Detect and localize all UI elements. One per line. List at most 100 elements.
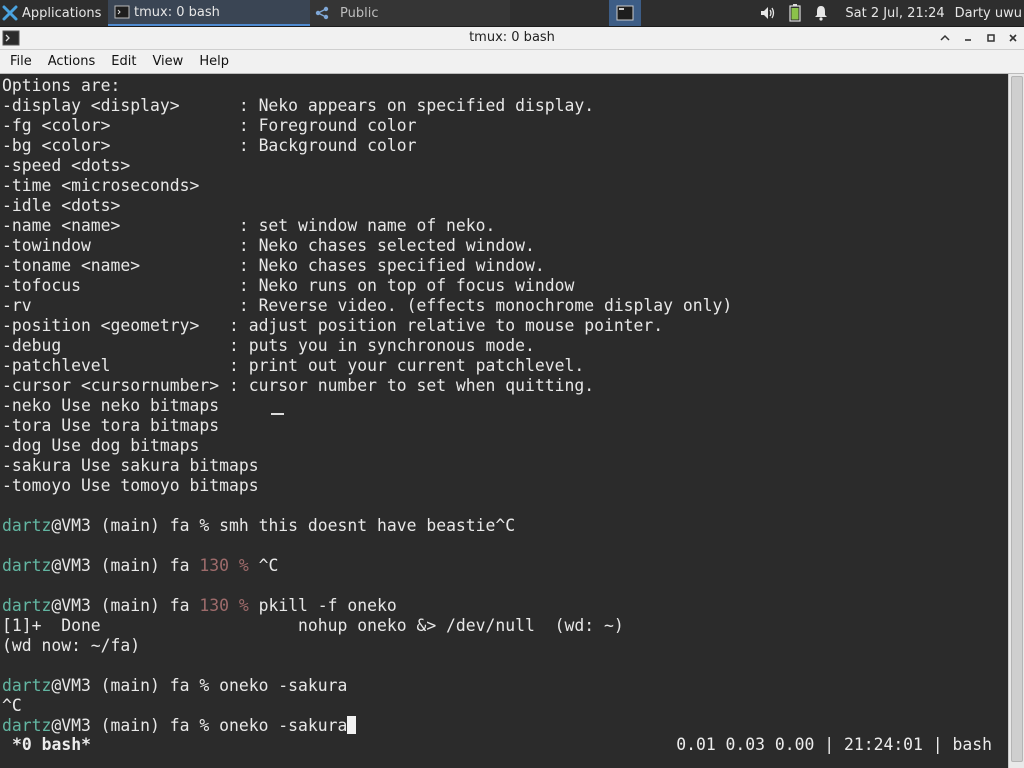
close-icon[interactable] — [1002, 27, 1024, 49]
terminal-line: dartz@VM3 (main) fa 130 % pkill -f oneko — [2, 596, 732, 616]
window-titlebar[interactable]: tmux: 0 bash — [0, 27, 1024, 50]
terminal-line: -speed <dots> — [2, 156, 732, 176]
terminal-line: [1]+ Done nohup oneko &> /dev/null (wd: … — [2, 616, 732, 636]
terminal-line: -position <geometry> : adjust position r… — [2, 316, 732, 336]
terminal-line: ^C — [2, 696, 732, 716]
terminal-text: -name <name> : set window name of neko. — [2, 216, 496, 235]
terminal-text: -sakura Use sakura bitmaps — [2, 456, 259, 475]
share-icon — [314, 5, 330, 21]
menu-edit[interactable]: Edit — [103, 54, 144, 69]
terminal-text: -tofocus : Neko runs on top of focus win… — [2, 276, 575, 295]
terminal-text: -tomoyo Use tomoyo bitmaps — [2, 476, 259, 495]
terminal-line: -toname <name> : Neko chases specified w… — [2, 256, 732, 276]
terminal-line: -rv : Reverse video. (effects monochrome… — [2, 296, 732, 316]
terminal-text: -cursor <cursornumber> : cursor number t… — [2, 376, 595, 395]
terminal-text: @VM3 (main) fa % oneko -sakura — [51, 676, 348, 695]
terminal-line: -name <name> : set window name of neko. — [2, 216, 732, 236]
workspace-switcher[interactable] — [609, 0, 641, 26]
terminal-line: dartz@VM3 (main) fa 130 % ^C — [2, 556, 732, 576]
top-panel: Applications tmux: 0 bash Public Sat 2 J… — [0, 0, 1024, 27]
terminal-line: -display <display> : Neko appears on spe… — [2, 96, 732, 116]
terminal-line: dartz@VM3 (main) fa % oneko -sakura — [2, 676, 732, 696]
tmux-status-right: 0.01 0.03 0.00 | 21:24:01 | bash — [676, 735, 992, 754]
minimize-icon[interactable] — [957, 27, 979, 49]
taskbar-item-label: Public — [340, 5, 379, 21]
terminal-line: -bg <color> : Background color — [2, 136, 732, 156]
terminal-line: -neko Use neko bitmaps — [2, 396, 732, 416]
terminal-text: pkill -f oneko — [248, 596, 397, 615]
terminal-line: -fg <color> : Foreground color — [2, 116, 732, 136]
terminal-text: -toname <name> : Neko chases specified w… — [2, 256, 545, 275]
terminal-line: -tora Use tora bitmaps — [2, 416, 732, 436]
exit-code: 130 % — [199, 556, 249, 575]
xfce-logo-icon — [2, 5, 18, 21]
terminal-icon — [114, 4, 130, 20]
exit-code: 130 % — [199, 596, 249, 615]
terminal-text: (wd now: ~/fa) — [2, 636, 141, 655]
panel-clock[interactable]: Sat 2 Jul, 21:24 — [845, 6, 944, 21]
terminal-lines: Options are: -display <display> : Neko ap… — [2, 76, 732, 736]
menu-help[interactable]: Help — [191, 54, 237, 69]
terminal-text: -time <microseconds> — [2, 176, 200, 195]
terminal-line: -time <microseconds> — [2, 176, 732, 196]
terminal-text: -display <display> : Neko appears on spe… — [2, 96, 595, 115]
menu-actions[interactable]: Actions — [40, 54, 104, 69]
volume-icon[interactable] — [759, 5, 777, 21]
taskbar-item-public[interactable]: Public — [310, 0, 510, 26]
system-tray: Sat 2 Jul, 21:24 Darty uwu — [753, 0, 1024, 26]
terminal-text: @VM3 (main) fa % smh this doesnt have be… — [51, 516, 516, 535]
terminal-line: -cursor <cursornumber> : cursor number t… — [2, 376, 732, 396]
window-title: tmux: 0 bash — [469, 30, 555, 45]
terminal-output[interactable]: Options are: -display <display> : Neko ap… — [0, 74, 1008, 768]
taskbar-item-tmux[interactable]: tmux: 0 bash — [108, 0, 310, 26]
prompt-user: dartz — [2, 596, 52, 615]
terminal-line: -towindow : Neko chases selected window. — [2, 236, 732, 256]
terminal-text: -tora Use tora bitmaps — [2, 416, 220, 435]
terminal-line: -idle <dots> — [2, 196, 732, 216]
prompt-user: dartz — [2, 676, 52, 695]
terminal-text: -position <geometry> : adjust position r… — [2, 316, 664, 335]
battery-icon[interactable] — [789, 4, 801, 22]
terminal-line: -tomoyo Use tomoyo bitmaps — [2, 476, 732, 496]
notification-bell-icon[interactable] — [813, 5, 829, 21]
maximize-icon[interactable] — [980, 27, 1002, 49]
terminal-line: -patchlevel : print out your current pat… — [2, 356, 732, 376]
terminal-line: -tofocus : Neko runs on top of focus win… — [2, 276, 732, 296]
menu-view[interactable]: View — [144, 54, 191, 69]
workspace-icon — [616, 4, 634, 22]
terminal-text: -rv : Reverse video. (effects monochrome… — [2, 296, 733, 315]
menu-file[interactable]: File — [0, 54, 40, 69]
terminal-text: -dog Use dog bitmaps — [2, 436, 200, 455]
terminal-text: @VM3 (main) fa % oneko -sakura — [51, 716, 348, 735]
terminal-scrollbar[interactable] — [1008, 74, 1024, 768]
terminal-text: -towindow : Neko chases selected window. — [2, 236, 535, 255]
terminal-line: -dog Use dog bitmaps — [2, 436, 732, 456]
prompt-user: dartz — [2, 556, 52, 575]
applications-label: Applications — [22, 5, 102, 21]
terminal-text: -idle <dots> — [2, 196, 121, 215]
terminal-text: -bg <color> : Background color — [2, 136, 417, 155]
terminal-line: -debug : puts you in synchronous mode. — [2, 336, 732, 356]
terminal-line: dartz@VM3 (main) fa % oneko -sakura — [2, 716, 732, 736]
terminal-text: ^C — [248, 556, 279, 575]
mouse-cursor-icon — [271, 413, 284, 415]
tmux-status-bar: *0 bash* 0.01 0.03 0.00 | 21:24:01 | bas… — [0, 734, 1008, 756]
terminal-line: (wd now: ~/fa) — [2, 636, 732, 656]
chevron-up-icon[interactable] — [934, 27, 956, 49]
text-cursor — [347, 716, 357, 734]
terminal-text: @VM3 (main) fa — [51, 556, 200, 575]
terminal-text: @VM3 (main) fa — [51, 596, 200, 615]
tmux-window-list[interactable]: *0 bash* — [12, 734, 91, 756]
terminal-line: -sakura Use sakura bitmaps — [2, 456, 732, 476]
user-menu[interactable]: Darty uwu — [955, 6, 1022, 21]
terminal-text: -patchlevel : print out your current pat… — [2, 356, 585, 375]
applications-menu-button[interactable]: Applications — [0, 0, 108, 26]
scrollbar-thumb[interactable] — [1011, 76, 1023, 762]
prompt-user: dartz — [2, 516, 52, 535]
terminal-text: -neko Use neko bitmaps — [2, 396, 220, 415]
prompt-user: dartz — [2, 716, 52, 735]
